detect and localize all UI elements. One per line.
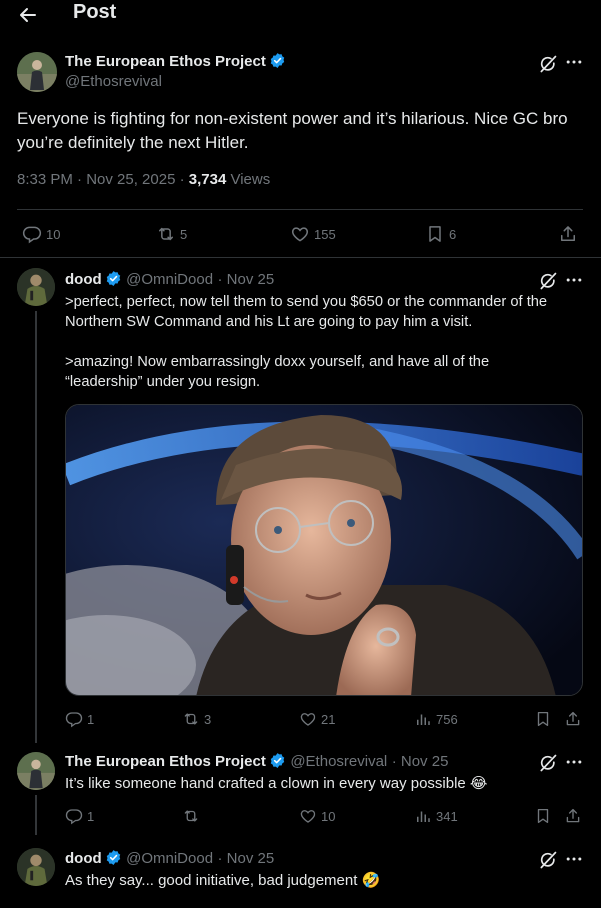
reply-button[interactable]: 1 xyxy=(65,709,94,729)
reply-date[interactable]: · Nov 25 xyxy=(392,753,449,770)
share-icon xyxy=(558,224,578,244)
thread-line xyxy=(35,311,37,743)
verified-badge-icon xyxy=(105,849,122,866)
reply-text-line1: >perfect, perfect, now tell them to send… xyxy=(65,294,548,330)
views-icon xyxy=(414,807,432,825)
grok-icon[interactable] xyxy=(538,753,558,773)
like-count: 10 xyxy=(321,808,336,824)
grok-icon[interactable] xyxy=(538,54,558,74)
bookmark-icon xyxy=(534,710,552,728)
avatar[interactable] xyxy=(17,52,57,92)
author-name[interactable]: dood xyxy=(65,271,102,288)
reply-icon xyxy=(22,224,42,244)
bookmark-count: 6 xyxy=(449,226,457,242)
thread-line xyxy=(35,795,37,835)
share-icon xyxy=(564,807,582,825)
reply-count: 1 xyxy=(87,711,95,727)
back-arrow-icon[interactable] xyxy=(16,3,40,27)
repost-icon xyxy=(156,224,176,244)
repost-button[interactable] xyxy=(182,806,204,826)
grok-icon[interactable] xyxy=(538,271,558,291)
like-icon xyxy=(299,807,317,825)
more-icon[interactable] xyxy=(564,270,584,290)
reply-icon xyxy=(65,807,83,825)
views-button[interactable]: 756 xyxy=(414,709,458,729)
main-post-author: The European Ethos Project xyxy=(65,52,286,72)
top-bar: Post xyxy=(0,0,601,30)
more-icon[interactable] xyxy=(564,752,584,772)
like-button[interactable]: 10 xyxy=(299,806,335,826)
author-name[interactable]: dood xyxy=(65,850,102,867)
share-button[interactable] xyxy=(558,224,578,244)
reply-header: dood @OmniDood · Nov 25 xyxy=(65,270,274,289)
views-button[interactable]: 341 xyxy=(414,806,458,826)
verified-badge-icon xyxy=(105,270,122,287)
views-count: 341 xyxy=(436,808,458,824)
reply-text: It’s like someone hand crafted a clown i… xyxy=(65,775,488,792)
like-count: 21 xyxy=(321,711,336,727)
post-timestamp[interactable]: 8:33 PM · Nov 25, 2025 · xyxy=(17,171,189,188)
avatar[interactable] xyxy=(17,268,55,306)
share-button[interactable] xyxy=(564,709,582,729)
bookmark-button[interactable] xyxy=(534,806,552,826)
post-meta: 8:33 PM · Nov 25, 2025 · 3,734 Views xyxy=(17,171,270,188)
repost-button[interactable]: 5 xyxy=(156,224,187,244)
reply-button[interactable]: 10 xyxy=(22,224,60,244)
repost-count: 5 xyxy=(180,226,188,242)
avatar[interactable] xyxy=(17,848,55,886)
like-icon xyxy=(290,224,310,244)
bookmark-button[interactable]: 6 xyxy=(425,224,456,244)
post-text: Everyone is fighting for non-existent po… xyxy=(17,109,568,152)
repost-icon xyxy=(182,807,200,825)
repost-icon xyxy=(182,710,200,728)
views-label: Views xyxy=(226,171,271,188)
repost-count: 3 xyxy=(204,711,212,727)
divider xyxy=(17,209,583,210)
like-button[interactable]: 155 xyxy=(290,224,336,244)
author-handle[interactable]: @Ethosrevival xyxy=(290,753,387,770)
share-icon xyxy=(564,710,582,728)
reply-text: As they say... good initiative, bad judg… xyxy=(65,872,381,889)
like-icon xyxy=(299,710,317,728)
like-count: 155 xyxy=(314,226,336,242)
reply-date[interactable]: · Nov 25 xyxy=(218,271,275,288)
bookmark-icon xyxy=(425,224,445,244)
author-handle[interactable]: @Ethosrevival xyxy=(65,73,162,90)
author-name[interactable]: The European Ethos Project xyxy=(65,53,266,70)
reply-count: 10 xyxy=(46,226,61,242)
views-count: 3,734 xyxy=(188,171,227,188)
share-button[interactable] xyxy=(564,806,582,826)
reply-count: 1 xyxy=(87,808,95,824)
author-handle[interactable]: @OmniDood xyxy=(126,271,213,288)
grok-icon[interactable] xyxy=(538,850,558,870)
divider xyxy=(0,257,601,258)
reply-date[interactable]: · Nov 25 xyxy=(218,850,275,867)
repost-button[interactable]: 3 xyxy=(182,709,211,729)
views-count: 756 xyxy=(436,711,458,727)
views-icon xyxy=(414,710,432,728)
like-button[interactable]: 21 xyxy=(299,709,335,729)
verified-badge-icon xyxy=(269,52,286,69)
reply-button[interactable]: 1 xyxy=(65,806,94,826)
more-icon[interactable] xyxy=(564,52,584,72)
reply-header: The European Ethos Project @Ethosrevival… xyxy=(65,752,448,771)
avatar[interactable] xyxy=(17,752,55,790)
author-name[interactable]: The European Ethos Project xyxy=(65,753,266,770)
reply-text-line2: >amazing! Now embarrassingly doxx yourse… xyxy=(65,354,490,390)
page-title: Post xyxy=(73,1,117,23)
bookmark-icon xyxy=(534,807,552,825)
reply-icon xyxy=(65,710,83,728)
verified-badge-icon xyxy=(269,752,286,769)
more-icon[interactable] xyxy=(564,849,584,869)
author-handle[interactable]: @OmniDood xyxy=(126,850,213,867)
reply-image[interactable] xyxy=(65,404,583,696)
bookmark-button[interactable] xyxy=(534,709,552,729)
reply-header: dood @OmniDood · Nov 25 xyxy=(65,849,274,868)
